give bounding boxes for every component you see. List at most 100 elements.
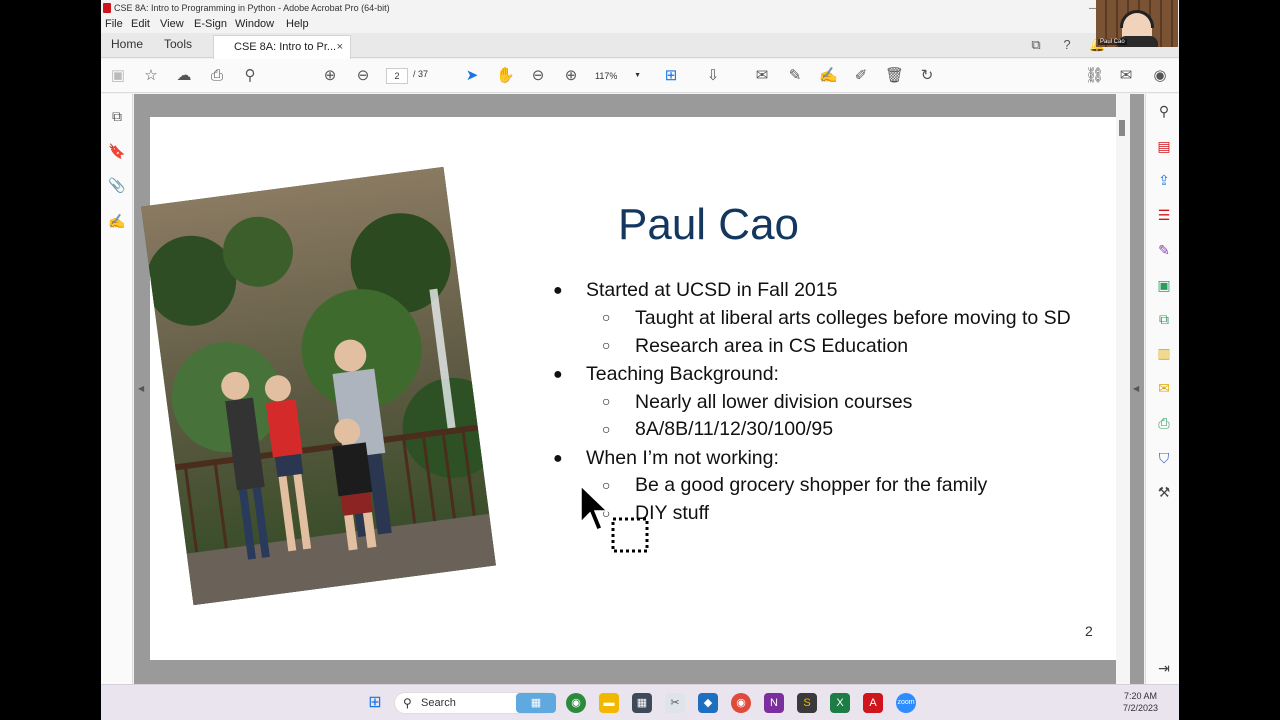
sub-bullet-text: Research area in CS Education: [635, 335, 909, 357]
presenter-name: Paul Cao: [1098, 39, 1127, 45]
sublime-icon[interactable]: S: [797, 693, 817, 713]
collapse-left-panel-icon[interactable]: ◀: [138, 384, 144, 393]
tab-tools[interactable]: Tools: [164, 37, 192, 51]
left-navigation-panel: ⧉ 🔖 📎 ✍: [101, 94, 133, 684]
rotate-icon[interactable]: ↻: [918, 67, 936, 85]
email-icon[interactable]: ✉: [1117, 67, 1135, 85]
comment-tool-icon[interactable]: ✉: [1155, 379, 1173, 397]
vertical-scrollbar[interactable]: [1116, 94, 1130, 684]
scan-icon[interactable]: ⎙: [1155, 414, 1173, 432]
pdf-page: Paul Cao ● Started at UCSD in Fall 2015 …: [141, 117, 1116, 660]
comment-icon[interactable]: ✉: [753, 67, 771, 85]
account-icon[interactable]: ◉: [1151, 67, 1169, 85]
create-pdf-icon[interactable]: ▤: [1155, 137, 1173, 155]
close-tab-icon[interactable]: ×: [337, 36, 343, 58]
widget-icon[interactable]: ▦: [516, 693, 556, 713]
page-number-input[interactable]: 2: [386, 68, 408, 84]
acrobat-app-icon: [103, 3, 111, 13]
tab-home[interactable]: Home: [111, 37, 143, 51]
menu-edit[interactable]: Edit: [131, 18, 150, 30]
hand-tool-icon[interactable]: ✋: [496, 67, 515, 85]
zoom-level-select[interactable]: 117% ▼: [595, 68, 641, 84]
collapse-right-panel-icon[interactable]: ◀: [1133, 384, 1139, 393]
link-icon[interactable]: ⛓: [1085, 67, 1104, 85]
request-signature-icon[interactable]: ▣: [1155, 276, 1173, 294]
search-label: Search: [421, 697, 456, 709]
vscode-icon[interactable]: ◆: [698, 693, 718, 713]
menu-window[interactable]: Window: [235, 18, 274, 30]
scrollbar-thumb[interactable]: [1119, 120, 1125, 136]
compress-pdf-icon[interactable]: ▥: [1155, 344, 1173, 362]
toolbar: ▣ ☆ ☁ ⎙ ⚲ ⊕ ⊖ 2 / 37 ➤ ✋ ⊖ ⊕ 117% ▼ ⊞ ⇩ …: [101, 59, 1179, 93]
attachments-icon[interactable]: 📎: [108, 176, 126, 194]
scroll-mode-icon[interactable]: ⇩: [704, 67, 722, 85]
menu-view[interactable]: View: [160, 18, 184, 30]
zoom-value: 117%: [595, 71, 618, 81]
sub-bullet-marker: ○: [602, 337, 611, 353]
more-tools-icon[interactable]: ⚒: [1155, 483, 1173, 501]
menu-esign[interactable]: E-Sign: [194, 18, 227, 30]
signatures-icon[interactable]: ✍: [108, 212, 126, 230]
protect-shield-icon[interactable]: ⛉: [1155, 449, 1173, 467]
family-photo: [141, 166, 496, 606]
slide-title: Paul Cao: [618, 200, 800, 249]
bullet-marker: ●: [553, 450, 563, 467]
upload-cloud-icon[interactable]: ☁: [175, 67, 193, 85]
next-page-icon[interactable]: ⊖: [354, 67, 372, 85]
expand-panel-icon[interactable]: ⇥: [1155, 659, 1173, 677]
select-cursor-icon[interactable]: ➤: [463, 67, 481, 85]
bullet-text: Started at UCSD in Fall 2015: [586, 279, 838, 301]
fit-page-icon[interactable]: ⊞: [662, 67, 680, 85]
zoom-in-icon[interactable]: ⊕: [562, 67, 580, 85]
highlight-pen-icon[interactable]: ✎: [786, 67, 804, 85]
onenote-icon[interactable]: N: [764, 693, 784, 713]
zoom-out-icon[interactable]: ⊖: [529, 67, 547, 85]
print-icon[interactable]: ⎙: [208, 67, 226, 85]
share-screen-icon[interactable]: ⧉: [1028, 37, 1044, 53]
find-icon[interactable]: ⚲: [241, 67, 259, 85]
photo-image: [141, 166, 496, 606]
previous-page-icon[interactable]: ⊕: [321, 67, 339, 85]
sub-bullet-text: Nearly all lower division courses: [635, 391, 913, 413]
bookmarks-icon[interactable]: 🔖: [108, 142, 126, 160]
bookmark-star-icon[interactable]: ☆: [142, 67, 160, 85]
excel-icon[interactable]: X: [830, 693, 850, 713]
chrome-alt-icon[interactable]: ◉: [731, 693, 751, 713]
fill-sign-icon[interactable]: ✎: [1155, 241, 1173, 259]
combine-files-icon[interactable]: ⧉: [1155, 310, 1173, 328]
file-explorer-icon[interactable]: ▬: [599, 693, 619, 713]
snipping-tool-icon[interactable]: ✂: [665, 693, 685, 713]
bullet-marker: ●: [553, 282, 563, 299]
page-thumbnails-icon[interactable]: ⧉: [108, 107, 126, 125]
save-icon[interactable]: ▣: [109, 67, 127, 85]
organize-pages-icon[interactable]: ☰: [1155, 206, 1173, 224]
sub-bullet-marker: ○: [602, 309, 611, 325]
sub-bullet-text: 8A/8B/11/12/30/100/95: [635, 418, 834, 440]
sub-bullet-text: Be a good grocery shopper for the family: [635, 474, 988, 496]
zoom-app-icon[interactable]: zoom: [896, 693, 916, 713]
menu-file[interactable]: File: [105, 18, 123, 30]
export-pdf-icon[interactable]: ⇪: [1155, 171, 1173, 189]
document-viewport[interactable]: Paul Cao ● Started at UCSD in Fall 2015 …: [134, 94, 1144, 684]
edit-pdf-icon[interactable]: ✐: [852, 67, 870, 85]
chevron-down-icon: ▼: [634, 72, 641, 79]
clock-date: 7/2/2023: [1123, 703, 1159, 713]
calculator-icon[interactable]: ▦: [632, 693, 652, 713]
sub-bullet-marker: ○: [602, 421, 611, 437]
system-clock[interactable]: 7:20 AM 7/2/2023: [1123, 690, 1158, 714]
zoom-search-icon[interactable]: ⚲: [1155, 102, 1173, 120]
chrome-icon[interactable]: ◉: [566, 693, 586, 713]
menu-help[interactable]: Help: [286, 18, 309, 30]
acrobat-window: CSE 8A: Intro to Programming in Python -…: [101, 0, 1179, 720]
sub-bullet-text: Taught at liberal arts colleges before m…: [635, 307, 1071, 329]
document-tab-label: CSE 8A: Intro to Pr...: [234, 41, 337, 53]
help-icon[interactable]: ?: [1059, 37, 1075, 53]
tab-document[interactable]: CSE 8A: Intro to Pr... ×: [213, 35, 351, 59]
delete-icon[interactable]: 🗑: [885, 67, 904, 85]
search-icon: ⚲: [403, 696, 412, 710]
acrobat-taskbar-icon[interactable]: A: [863, 693, 883, 713]
bullet-text: When I’m not working:: [586, 447, 779, 469]
sign-icon[interactable]: ✍: [819, 67, 838, 85]
menu-bar: File Edit View E-Sign Window Help: [101, 17, 1179, 33]
windows-start-icon[interactable]: ⊞: [365, 693, 385, 713]
